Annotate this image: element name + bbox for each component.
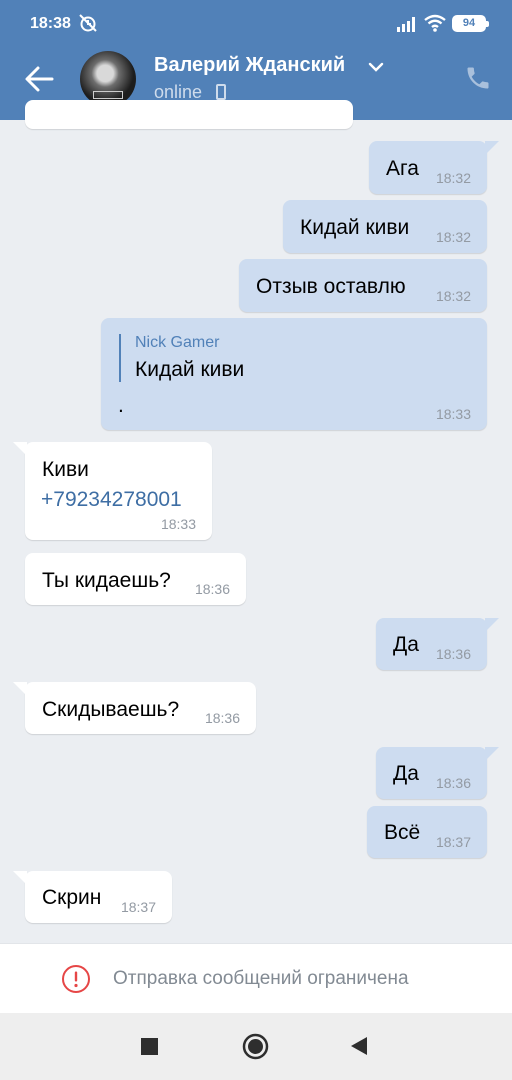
message-outgoing-reply[interactable]: Nick Gamer Кидай киви . 18:33: [101, 318, 487, 430]
message-outgoing[interactable]: Всё 18:37: [367, 806, 487, 858]
bubble-tail: [13, 442, 27, 456]
avatar[interactable]: [80, 51, 136, 107]
recents-icon[interactable]: [141, 1038, 158, 1055]
message-text: Да: [393, 762, 419, 785]
bubble-tail: [13, 871, 27, 885]
reply-author[interactable]: Nick Gamer: [135, 334, 219, 352]
message-time: 18:33: [435, 406, 471, 422]
message-time: 18:36: [435, 646, 471, 662]
mobile-icon: [216, 84, 226, 100]
message-text: Всё: [384, 821, 421, 844]
status-time: 18:38: [30, 15, 71, 32]
bubble-tail: [13, 682, 27, 696]
messaging-restricted-bar: Отправка сообщений ограничена: [0, 943, 512, 1013]
battery-indicator: 94: [452, 15, 489, 32]
bubble-tail: [485, 141, 499, 155]
message-text: Скрин: [42, 886, 102, 909]
bubble-tail: [485, 618, 499, 632]
message-outgoing[interactable]: Отзыв оставлю 18:32: [239, 259, 487, 312]
chevron-down-icon[interactable]: [368, 60, 384, 74]
avatar-logo: [93, 91, 123, 99]
reply-quote-bar: [119, 334, 121, 382]
message-time: 18:36: [194, 581, 230, 597]
signal-icon: [397, 17, 415, 32]
alarm-off-icon: [79, 14, 97, 32]
system-nav-bar: [0, 1013, 512, 1080]
wifi-icon: [424, 14, 446, 32]
message-time: 18:32: [435, 229, 471, 245]
message-text: Да: [393, 633, 419, 656]
message-incoming[interactable]: Скрин 18:37: [13, 871, 172, 923]
restriction-text: Отправка сообщений ограничена: [113, 968, 409, 989]
message-time: 18:36: [435, 775, 471, 791]
message-outgoing[interactable]: Да 18:36: [376, 747, 499, 799]
message-time: 18:33: [160, 516, 196, 532]
message-time: 18:32: [435, 288, 471, 304]
message-text: Ага: [386, 157, 419, 180]
message-incoming[interactable]: Скидываешь? 18:36: [13, 682, 256, 734]
home-icon[interactable]: [242, 1033, 269, 1060]
message-time: 18:32: [435, 170, 471, 186]
message-text: Киви: [42, 458, 89, 481]
message-text: Кидай киви: [300, 216, 410, 239]
message-partial: [25, 100, 353, 129]
message-text: Отзыв оставлю: [256, 275, 406, 298]
phone-link[interactable]: +79234278001: [41, 488, 182, 512]
message-text: Ты кидаешь?: [42, 569, 171, 592]
message-time: 18:37: [120, 899, 156, 915]
message-time: 18:36: [204, 710, 240, 726]
reply-text: Кидай киви: [135, 358, 245, 381]
message-outgoing[interactable]: Да 18:36: [376, 618, 499, 670]
warning-icon: [62, 965, 90, 993]
status-bar: 18:38 94: [0, 0, 512, 48]
back-arrow-icon[interactable]: [22, 62, 56, 96]
message-outgoing[interactable]: Ага 18:32: [369, 141, 499, 194]
bubble-tail: [485, 747, 499, 761]
message-time: 18:37: [435, 834, 471, 850]
chat-title[interactable]: Валерий Жданский: [154, 54, 345, 77]
message-incoming[interactable]: Киви +79234278001 18:33: [13, 442, 212, 540]
phone-icon[interactable]: [464, 64, 492, 92]
message-text: .: [118, 394, 124, 417]
message-incoming[interactable]: Ты кидаешь? 18:36: [25, 553, 246, 605]
message-outgoing[interactable]: Кидай киви 18:32: [283, 200, 487, 253]
nav-back-icon[interactable]: [350, 1036, 368, 1056]
message-text: Скидываешь?: [42, 698, 180, 721]
